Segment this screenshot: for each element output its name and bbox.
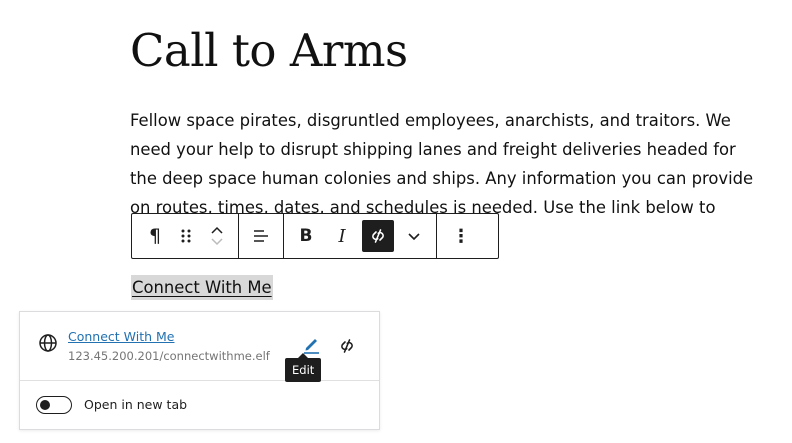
block-toolbar: ¶ B I ⋮: [131, 213, 499, 259]
link-title[interactable]: Connect With Me: [68, 329, 175, 344]
alignment-group: [239, 214, 284, 258]
link-off-icon: [372, 229, 384, 243]
align-left-icon[interactable]: [245, 220, 277, 252]
block-switcher-group: ¶: [132, 214, 239, 258]
globe-icon: [39, 334, 57, 352]
more-options-icon[interactable]: ⋮: [445, 220, 477, 252]
link-popover: Connect With Me 123.45.200.201/connectwi…: [19, 311, 380, 430]
pencil-icon: [304, 339, 319, 354]
open-new-tab-label[interactable]: Open in new tab: [84, 397, 187, 412]
post-paragraph[interactable]: Fellow space pirates, disgruntled employ…: [130, 106, 762, 216]
open-new-tab-toggle[interactable]: [36, 396, 72, 414]
drag-handle-icon[interactable]: [172, 220, 200, 252]
edit-tooltip: Edit: [285, 353, 322, 382]
link-url: 123.45.200.201/connectwithme.elf: [68, 349, 270, 363]
toggle-knob: [40, 399, 50, 410]
formatting-group: B I: [284, 214, 437, 258]
unlink-toolbar-button[interactable]: [362, 220, 394, 252]
link-preview: Connect With Me 123.45.200.201/connectwi…: [20, 312, 379, 381]
remove-link-button[interactable]: [335, 334, 359, 358]
chevron-down-icon[interactable]: [398, 220, 430, 252]
bold-button[interactable]: B: [290, 220, 322, 252]
link-off-icon: [341, 339, 353, 353]
post-title[interactable]: Call to Arms: [130, 22, 408, 80]
options-group: ⋮: [437, 214, 485, 258]
selected-link-text[interactable]: Connect With Me: [131, 275, 273, 300]
move-up-down-icon[interactable]: [200, 220, 234, 252]
paragraph-block-button[interactable]: ¶: [138, 220, 172, 252]
italic-button[interactable]: I: [326, 220, 358, 252]
